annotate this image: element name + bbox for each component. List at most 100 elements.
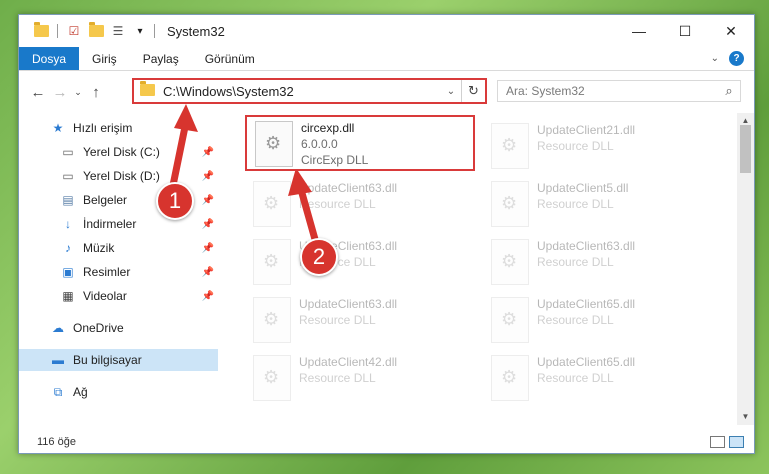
sidebar-item-label: Resimler xyxy=(83,265,131,279)
file-tile[interactable]: UpdateClient5.dll Resource DLL xyxy=(483,177,713,233)
item-count: 116 öğe xyxy=(37,436,76,448)
file-tile[interactable]: UpdateClient65.dll Resource DLL xyxy=(483,351,713,407)
window-controls: — ☐ ✕ xyxy=(616,15,754,47)
back-icon[interactable]: ← xyxy=(27,84,49,101)
pin-icon[interactable]: 📌 xyxy=(202,291,214,302)
search-box[interactable]: Ara: System32 ⌕ xyxy=(497,80,741,102)
file-description: Resource DLL xyxy=(537,371,614,385)
search-placeholder: Ara: System32 xyxy=(506,84,585,98)
sidebar-item-videos[interactable]: ▦ Videolar 📌 xyxy=(19,285,218,307)
file-name: UpdateClient42.dll xyxy=(299,355,398,369)
pin-icon[interactable]: 📌 xyxy=(202,147,214,158)
status-bar: 116 öğe xyxy=(19,431,754,453)
file-tile[interactable]: UpdateClient21.dll Resource DLL xyxy=(483,119,713,175)
quick-access-toolbar: ☑ ☰ ▾ xyxy=(19,22,148,39)
close-button[interactable]: ✕ xyxy=(708,15,754,47)
title-bar: ☑ ☰ ▾ System32 — ☐ ✕ xyxy=(19,15,754,47)
address-folder-icon xyxy=(140,80,155,99)
ribbon-right: ⌄ ? xyxy=(711,47,754,70)
sidebar-item-this-pc[interactable]: ▬ Bu bilgisayar xyxy=(19,349,218,371)
computer-icon: ▬ xyxy=(52,353,64,367)
sidebar-item-label: Bu bilgisayar xyxy=(73,353,142,367)
file-description: Resource DLL xyxy=(537,255,614,269)
file-name: UpdateClient65.dll xyxy=(537,355,636,369)
file-tile-circexp[interactable]: circexp.dll 6.0.0.0 CircExp DLL xyxy=(245,115,475,171)
customize-toolbar-icon[interactable]: ☰ xyxy=(110,23,126,39)
tab-share[interactable]: Paylaş xyxy=(130,47,192,70)
sidebar-item-quick-access[interactable]: ★ Hızlı erişim xyxy=(19,117,218,139)
picture-icon: ▣ xyxy=(62,265,74,279)
file-tile[interactable]: UpdateClient42.dll Resource DLL xyxy=(245,351,475,407)
scroll-thumb[interactable] xyxy=(740,125,751,173)
expand-ribbon-icon[interactable]: ⌄ xyxy=(711,53,719,64)
sidebar-item-label: Ağ xyxy=(73,385,88,399)
pin-icon[interactable]: 📌 xyxy=(202,267,214,278)
search-icon[interactable]: ⌕ xyxy=(718,83,740,99)
tab-file[interactable]: Dosya xyxy=(19,47,80,70)
up-icon[interactable]: ↑ xyxy=(85,84,107,101)
toolbar-divider xyxy=(57,24,58,38)
view-switcher xyxy=(710,436,754,448)
document-icon: ▤ xyxy=(62,193,74,207)
window-title: System32 xyxy=(167,23,225,39)
network-icon: ⧉ xyxy=(53,384,63,399)
sidebar-item-label: Hızlı erişim xyxy=(73,121,133,135)
sidebar-item-onedrive[interactable]: ☁ OneDrive xyxy=(19,317,218,339)
star-icon: ★ xyxy=(52,121,64,135)
toolbar-dropdown-icon[interactable]: ▾ xyxy=(132,23,148,39)
address-path: C:\Windows\System32 xyxy=(163,83,294,99)
pin-icon[interactable]: 📌 xyxy=(202,219,214,230)
dll-file-icon xyxy=(491,355,529,401)
sidebar-item-pictures[interactable]: ▣ Resimler 📌 xyxy=(19,261,218,283)
refresh-icon[interactable]: ↻ xyxy=(461,80,485,102)
sidebar-item-music[interactable]: ♪ Müzik 📌 xyxy=(19,237,218,259)
pin-icon[interactable]: 📌 xyxy=(202,195,214,206)
tab-view[interactable]: Görünüm xyxy=(192,47,268,70)
vertical-scrollbar[interactable]: ▲ ▼ xyxy=(737,113,754,425)
pin-icon[interactable]: 📌 xyxy=(202,171,214,182)
step-badge-1: 1 xyxy=(156,182,194,220)
file-description: Resource DLL xyxy=(299,313,376,327)
file-tile[interactable]: UpdateClient65.dll Resource DLL xyxy=(483,293,713,349)
minimize-button[interactable]: — xyxy=(616,15,662,47)
sidebar-item-local-disk-d[interactable]: ▭ Yerel Disk (D:) 📌 xyxy=(19,165,218,187)
step-badge-2: 2 xyxy=(300,238,338,276)
drive-icon: ▭ xyxy=(62,145,74,159)
recent-locations-icon[interactable]: ⌄ xyxy=(71,87,85,98)
sidebar-item-local-disk-c[interactable]: ▭ Yerel Disk (C:) 📌 xyxy=(19,141,218,163)
maximize-button[interactable]: ☐ xyxy=(662,15,708,47)
file-tile[interactable]: UpdateClient63.dll Resource DLL xyxy=(245,293,475,349)
file-description: Resource DLL xyxy=(299,371,376,385)
file-name: UpdateClient65.dll xyxy=(537,297,636,311)
properties-icon[interactable]: ☑ xyxy=(66,23,82,39)
forward-icon[interactable]: → xyxy=(49,84,71,101)
explorer-window: ☑ ☰ ▾ System32 — ☐ ✕ Dosya Giriş Paylaş … xyxy=(18,14,755,454)
music-icon: ♪ xyxy=(65,241,71,255)
tab-home[interactable]: Giriş xyxy=(79,47,130,70)
file-description: Resource DLL xyxy=(537,313,614,327)
file-description: Resource DLL xyxy=(299,197,376,211)
pin-icon[interactable]: 📌 xyxy=(202,243,214,254)
dll-file-icon xyxy=(491,181,529,227)
address-bar[interactable]: C:\Windows\System32 ⌄ ↻ xyxy=(132,78,487,104)
file-tile[interactable]: UpdateClient63.dll Resource DLL xyxy=(245,235,475,291)
new-folder-icon[interactable] xyxy=(88,22,104,39)
address-dropdown-icon[interactable]: ⌄ xyxy=(441,86,461,97)
dll-file-icon xyxy=(491,239,529,285)
sidebar-item-downloads[interactable]: ↓ İndirmeler 📌 xyxy=(19,213,218,235)
details-view-icon[interactable] xyxy=(710,436,725,448)
file-tile[interactable]: UpdateClient63.dll Resource DLL xyxy=(245,177,475,233)
navigation-pane: ★ Hızlı erişim ▭ Yerel Disk (C:) 📌 ▭ Yer… xyxy=(19,115,218,415)
sidebar-item-network[interactable]: ⧉ Ağ xyxy=(19,381,218,403)
help-icon[interactable]: ? xyxy=(729,51,744,66)
ribbon-tabs: Dosya Giriş Paylaş Görünüm ⌄ ? xyxy=(19,47,754,71)
file-tile[interactable]: UpdateClient63.dll Resource DLL xyxy=(483,235,713,291)
scroll-down-icon[interactable]: ▼ xyxy=(737,409,754,425)
file-name: UpdateClient63.dll xyxy=(537,239,636,253)
sidebar-item-label: Belgeler xyxy=(83,193,128,207)
dll-file-icon xyxy=(253,297,291,343)
dll-file-icon xyxy=(491,123,529,169)
sidebar-item-label: Yerel Disk (C:) xyxy=(83,145,160,159)
tiles-view-icon[interactable] xyxy=(729,436,744,448)
drive-icon: ▭ xyxy=(62,169,74,183)
